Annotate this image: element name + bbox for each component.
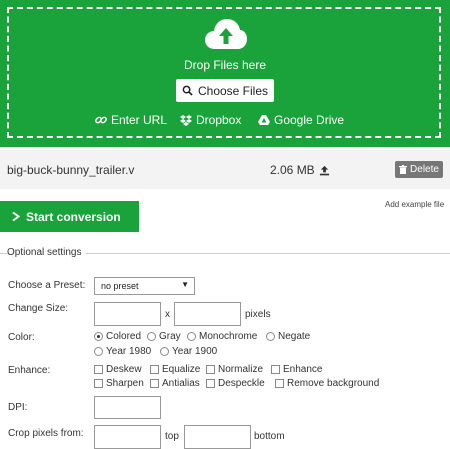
radio [160,347,169,356]
search-icon [182,85,193,96]
color-option-label: Colored [106,331,142,342]
radio [147,332,156,341]
dropbox-icon [180,115,192,126]
radio [94,347,103,356]
add-example-file-link[interactable]: Add example file [385,200,444,209]
file-list-item: big-buck-bunny_trailer.v 2.06 MB [0,150,450,189]
color-option-label: Negate [278,331,311,342]
checkbox [94,379,103,388]
preset-select[interactable]: no preset ▼ [94,277,195,295]
color-option-year-1980[interactable]: Year 1980 [94,346,151,357]
cloud-upload-icon [205,19,247,49]
checkbox [206,365,215,374]
checkbox [275,379,284,388]
color-option-monochrome[interactable]: Monochrome [187,331,257,342]
color-option-gray[interactable]: Gray [147,331,181,342]
checkbox [206,379,215,388]
dpi-label: DPI: [8,402,28,413]
crop-label: Crop pixels from: [8,428,84,439]
preset-value: no preset [101,281,139,291]
radio-checked [94,332,103,341]
enhance-despeckle-checkbox[interactable]: Despeckle [206,378,265,389]
enhance-label: Enhance: [8,365,51,376]
radio [187,332,196,341]
crop-top-input[interactable] [94,425,161,449]
optional-settings-title: Optional settings [7,247,86,258]
enhance-option-label: Remove background [287,378,380,389]
enhance-option-label: Equalize [162,364,201,375]
color-option-label: Year 1980 [106,346,152,357]
dpi-input[interactable] [94,396,161,419]
choose-files-label: Choose Files [197,83,269,98]
enhance-option-label: Deskew [106,364,142,375]
delete-button[interactable]: Delete [395,161,443,178]
color-option-year-1900[interactable]: Year 1900 [160,346,217,357]
color-option-colored[interactable]: Colored [94,331,141,342]
caret-down-icon: ▼ [181,280,189,289]
dropbox-label: Dropbox [196,113,242,127]
color-option-label: Year 1900 [172,346,218,357]
upload-dropzone[interactable]: Drop Files here Choose Files Enter URL D… [0,0,450,147]
width-input[interactable] [94,302,161,326]
enter-url-label: Enter URL [111,113,168,127]
crop-top-label: top [165,431,179,442]
enhance-option-label: Despeckle [218,378,265,389]
enhance-option-label: Enhance [283,364,323,375]
checkbox [94,365,103,374]
enhance-antialias-checkbox[interactable]: Antialias [150,378,200,389]
file-size-value: 2.06 MB [270,163,315,177]
chevron-right-icon [12,212,20,221]
checkbox [150,365,159,374]
choose-files-button[interactable]: Choose Files [176,79,274,102]
delete-label: Delete [410,164,439,175]
enhance-normalize-checkbox[interactable]: Normalize [206,364,263,375]
color-label: Color: [8,332,35,343]
color-option-negate[interactable]: Negate [266,331,310,342]
color-option-label: Monochrome [199,331,258,342]
file-name: big-buck-bunny_trailer.v [7,163,135,177]
upload-icon [319,165,329,175]
change-size-label: Change Size: [8,303,69,314]
radio [266,332,275,341]
enter-url-link[interactable]: Enter URL [95,113,167,127]
enhance-equalize-checkbox[interactable]: Equalize [150,364,200,375]
enhance-enhance-checkbox[interactable]: Enhance [271,364,322,375]
size-separator: x [165,309,170,320]
enhance-deskew-checkbox[interactable]: Deskew [94,364,142,375]
preset-label: Choose a Preset: [8,280,86,291]
enhance-option-label: Normalize [218,364,264,375]
enhance-remove-background-checkbox[interactable]: Remove background [275,378,379,389]
dropbox-link[interactable]: Dropbox [180,113,241,127]
drop-files-text: Drop Files here [183,58,267,72]
enhance-option-label: Sharpen [106,378,144,389]
trash-icon [399,165,408,174]
start-conversion-button[interactable]: Start conversion [0,201,139,232]
google-drive-icon [258,115,270,125]
google-drive-label: Google Drive [274,113,345,127]
enhance-option-label: Antialias [162,378,200,389]
enhance-sharpen-checkbox[interactable]: Sharpen [94,378,144,389]
link-icon [95,116,107,124]
size-unit: pixels [245,309,271,320]
file-size: 2.06 MB [270,163,330,177]
height-input[interactable] [174,302,241,326]
checkbox [271,365,280,374]
color-option-label: Gray [159,331,181,342]
start-conversion-label: Start conversion [26,209,121,224]
checkbox [150,379,159,388]
crop-bottom-label: bottom [254,431,285,442]
google-drive-link[interactable]: Google Drive [258,113,344,127]
crop-bottom-input[interactable] [184,425,251,449]
